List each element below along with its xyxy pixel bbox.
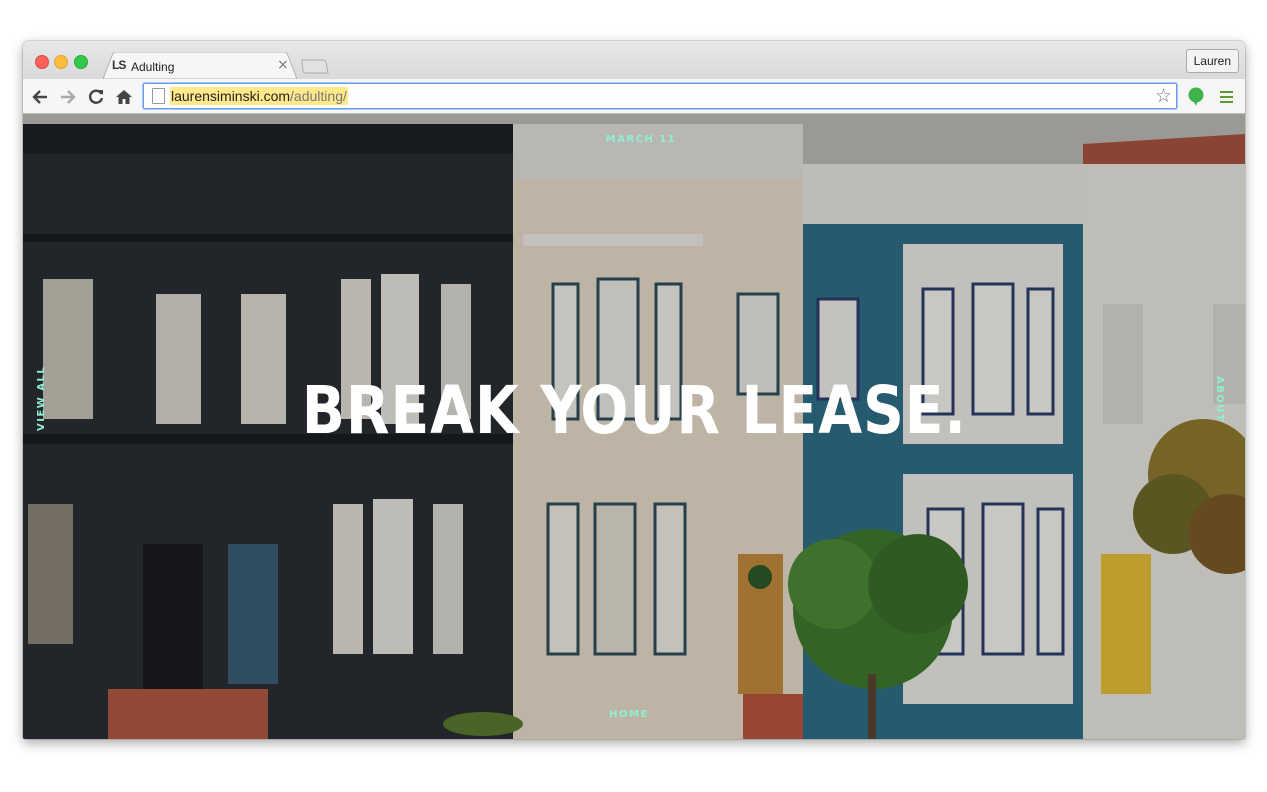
new-tab-button[interactable] — [301, 59, 329, 74]
view-all-link[interactable]: VIEW ALL — [36, 366, 47, 431]
url-host: laurensiminski.com — [171, 88, 291, 104]
site-favicon-icon: LS — [112, 58, 126, 72]
forward-arrow-icon[interactable] — [59, 88, 77, 106]
page-content: MARCH 11 BREAK YOUR LEASE. VIEW ALL ABOU… — [23, 114, 1245, 739]
profile-button[interactable]: Lauren — [1185, 49, 1239, 73]
minimize-window-button[interactable] — [54, 55, 68, 69]
bookmark-star-icon[interactable]: ☆ — [1155, 85, 1172, 107]
hero-headline: BREAK YOUR LEASE. — [301, 372, 967, 449]
url-path: /adulting/ — [290, 88, 347, 104]
browser-window: LS Adulting × Lauren laurensiminski.com/… — [23, 41, 1245, 739]
browser-toolbar: laurensiminski.com/adulting/ ☆ — [23, 79, 1245, 114]
close-window-button[interactable] — [35, 55, 49, 69]
maximize-window-button[interactable] — [74, 55, 88, 69]
page-icon — [152, 88, 165, 104]
evernote-extension-icon[interactable] — [1187, 87, 1205, 107]
back-arrow-icon[interactable] — [31, 88, 49, 106]
tab-close-icon[interactable]: × — [277, 57, 289, 73]
tab-title: Adulting — [131, 60, 175, 74]
about-link[interactable]: ABOUT — [1214, 376, 1225, 422]
home-icon[interactable] — [115, 88, 133, 106]
post-date: MARCH 11 — [605, 134, 677, 145]
home-link[interactable]: HOME — [23, 709, 1235, 720]
address-bar[interactable]: laurensiminski.com/adulting/ ☆ — [143, 83, 1177, 109]
menu-icon[interactable] — [1220, 91, 1233, 106]
url-text[interactable]: laurensiminski.com/adulting/ — [170, 87, 348, 105]
tab-strip: LS Adulting × Lauren — [23, 41, 1245, 79]
reload-icon[interactable] — [87, 88, 105, 106]
